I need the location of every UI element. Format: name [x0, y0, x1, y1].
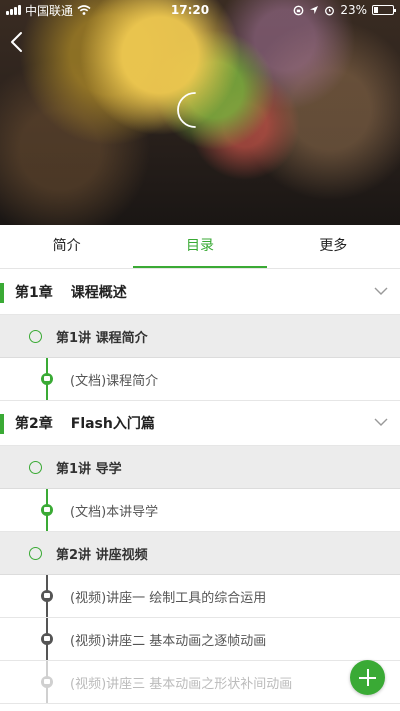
chapter-header[interactable]: 第1章 课程概述: [0, 270, 400, 315]
document-icon: [41, 373, 53, 385]
chevron-down-icon[interactable]: [374, 417, 388, 427]
add-button[interactable]: [350, 660, 385, 695]
video-icon: [41, 590, 53, 602]
lesson-item[interactable]: (视频)讲座一 绘制工具的综合运用: [0, 575, 400, 618]
lecture-row[interactable]: 第1讲 课程简介: [0, 315, 400, 358]
back-arrow-icon[interactable]: [8, 30, 28, 54]
lecture-row[interactable]: 第2讲 讲座视频: [0, 532, 400, 575]
tab-bar: 简介 目录 更多: [0, 225, 400, 269]
video-icon: [41, 676, 53, 688]
tab-intro[interactable]: 简介: [0, 225, 133, 268]
lesson-title: (视频)讲座二 基本动画之逐帧动画: [70, 633, 267, 649]
tab-catalog[interactable]: 目录: [133, 225, 267, 268]
battery-percent: 23%: [340, 3, 367, 17]
lecture-circle-icon: [29, 330, 42, 343]
lecture-title: 第1讲 导学: [56, 461, 122, 477]
chapter-marker: [0, 283, 4, 303]
chapter-header[interactable]: 第2章 Flash入门篇: [0, 401, 400, 446]
carrier-label: 中国联通: [25, 3, 74, 18]
lesson-item[interactable]: (文档)课程简介: [0, 358, 400, 401]
chevron-down-icon[interactable]: [374, 286, 388, 296]
video-player-area[interactable]: 中国联通 17:20 23%: [0, 0, 400, 225]
status-time: 17:20: [170, 3, 210, 17]
loading-spinner-icon: [177, 92, 196, 128]
chapter-number: 第2章: [15, 416, 53, 432]
lecture-circle-icon: [29, 547, 42, 560]
lesson-item[interactable]: (文档)本讲导学: [0, 489, 400, 532]
battery-icon: [372, 5, 396, 15]
signal-icon: [6, 5, 21, 15]
lecture-circle-icon: [29, 461, 42, 474]
chapter-title: 课程概述: [70, 285, 127, 301]
status-bar: 中国联通 17:20 23%: [0, 0, 400, 20]
rotation-lock-icon: [293, 5, 304, 15]
lesson-item[interactable]: (视频)讲座二 基本动画之逐帧动画: [0, 618, 400, 661]
lesson-title: (文档)本讲导学: [70, 504, 159, 520]
wifi-icon: [77, 5, 91, 15]
lesson-title: (视频)讲座三 基本动画之形状补间动画: [70, 676, 293, 692]
alarm-icon: [325, 6, 335, 15]
catalog-list: 第1章 课程概述 第1讲 课程简介 (文档)课程简介 第2章 Flash入门篇 …: [0, 270, 400, 704]
tab-more[interactable]: 更多: [267, 225, 400, 268]
lesson-item[interactable]: (视频)讲座三 基本动画之形状补间动画: [0, 661, 400, 704]
chapter-number: 第1章: [15, 285, 53, 301]
lecture-title: 第1讲 课程简介: [56, 330, 148, 346]
video-icon: [41, 633, 53, 645]
location-icon: [310, 6, 319, 14]
lesson-title: (视频)讲座一 绘制工具的综合运用: [70, 590, 267, 606]
chapter-marker: [0, 414, 4, 434]
lecture-title: 第2讲 讲座视频: [56, 547, 148, 563]
document-icon: [41, 504, 53, 516]
lesson-title: (文档)课程简介: [70, 373, 159, 389]
chapter-title: Flash入门篇: [70, 416, 155, 432]
lecture-row[interactable]: 第1讲 导学: [0, 446, 400, 489]
